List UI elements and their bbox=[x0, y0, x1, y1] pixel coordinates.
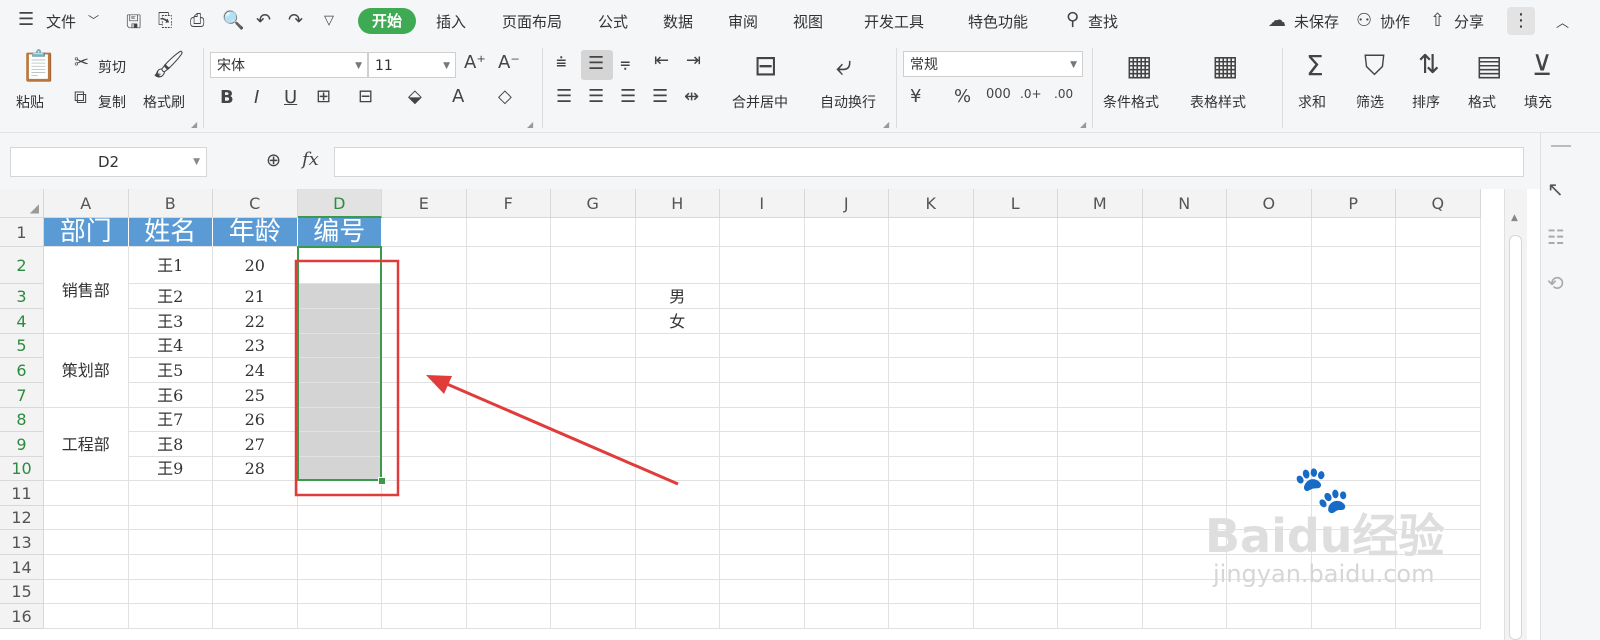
highlight-box bbox=[294, 259, 400, 497]
watermark: 🐾 Baidu经验 jingyan.baidu.com bbox=[1205, 462, 1505, 592]
watermark-url: jingyan.baidu.com bbox=[1213, 560, 1435, 588]
annotation-arrow-head bbox=[426, 375, 452, 394]
annotation-arrow-line bbox=[439, 379, 679, 486]
watermark-brand: Baidu经验 bbox=[1205, 509, 1445, 563]
